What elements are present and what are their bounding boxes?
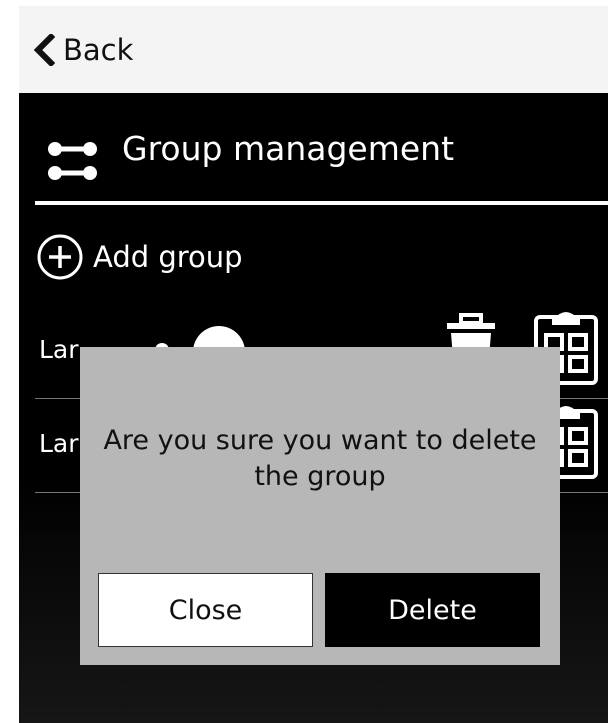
close-button[interactable]: Close — [98, 573, 313, 647]
delete-button[interactable]: Delete — [325, 573, 540, 647]
group-management-screen: Group management Add group Lar Lar Are y… — [19, 93, 608, 723]
back-label: Back — [63, 33, 134, 67]
group-icon — [48, 142, 97, 180]
add-group-label: Add group — [93, 240, 243, 274]
group-name: Lar — [39, 429, 79, 458]
dialog-message: Are you sure you want to delete the grou… — [103, 425, 537, 492]
back-button[interactable]: Back — [33, 28, 133, 72]
plus-circle-icon — [37, 234, 83, 280]
top-bar: Back — [19, 6, 608, 93]
chevron-left-icon — [33, 34, 55, 66]
group-name: Lar — [39, 335, 79, 364]
delete-confirm-dialog: Are you sure you want to delete the grou… — [80, 347, 560, 665]
add-group-button[interactable]: Add group — [36, 230, 243, 284]
page-title: Group management — [122, 129, 455, 168]
screen-header: Group management — [19, 93, 608, 205]
header-divider — [35, 201, 608, 205]
